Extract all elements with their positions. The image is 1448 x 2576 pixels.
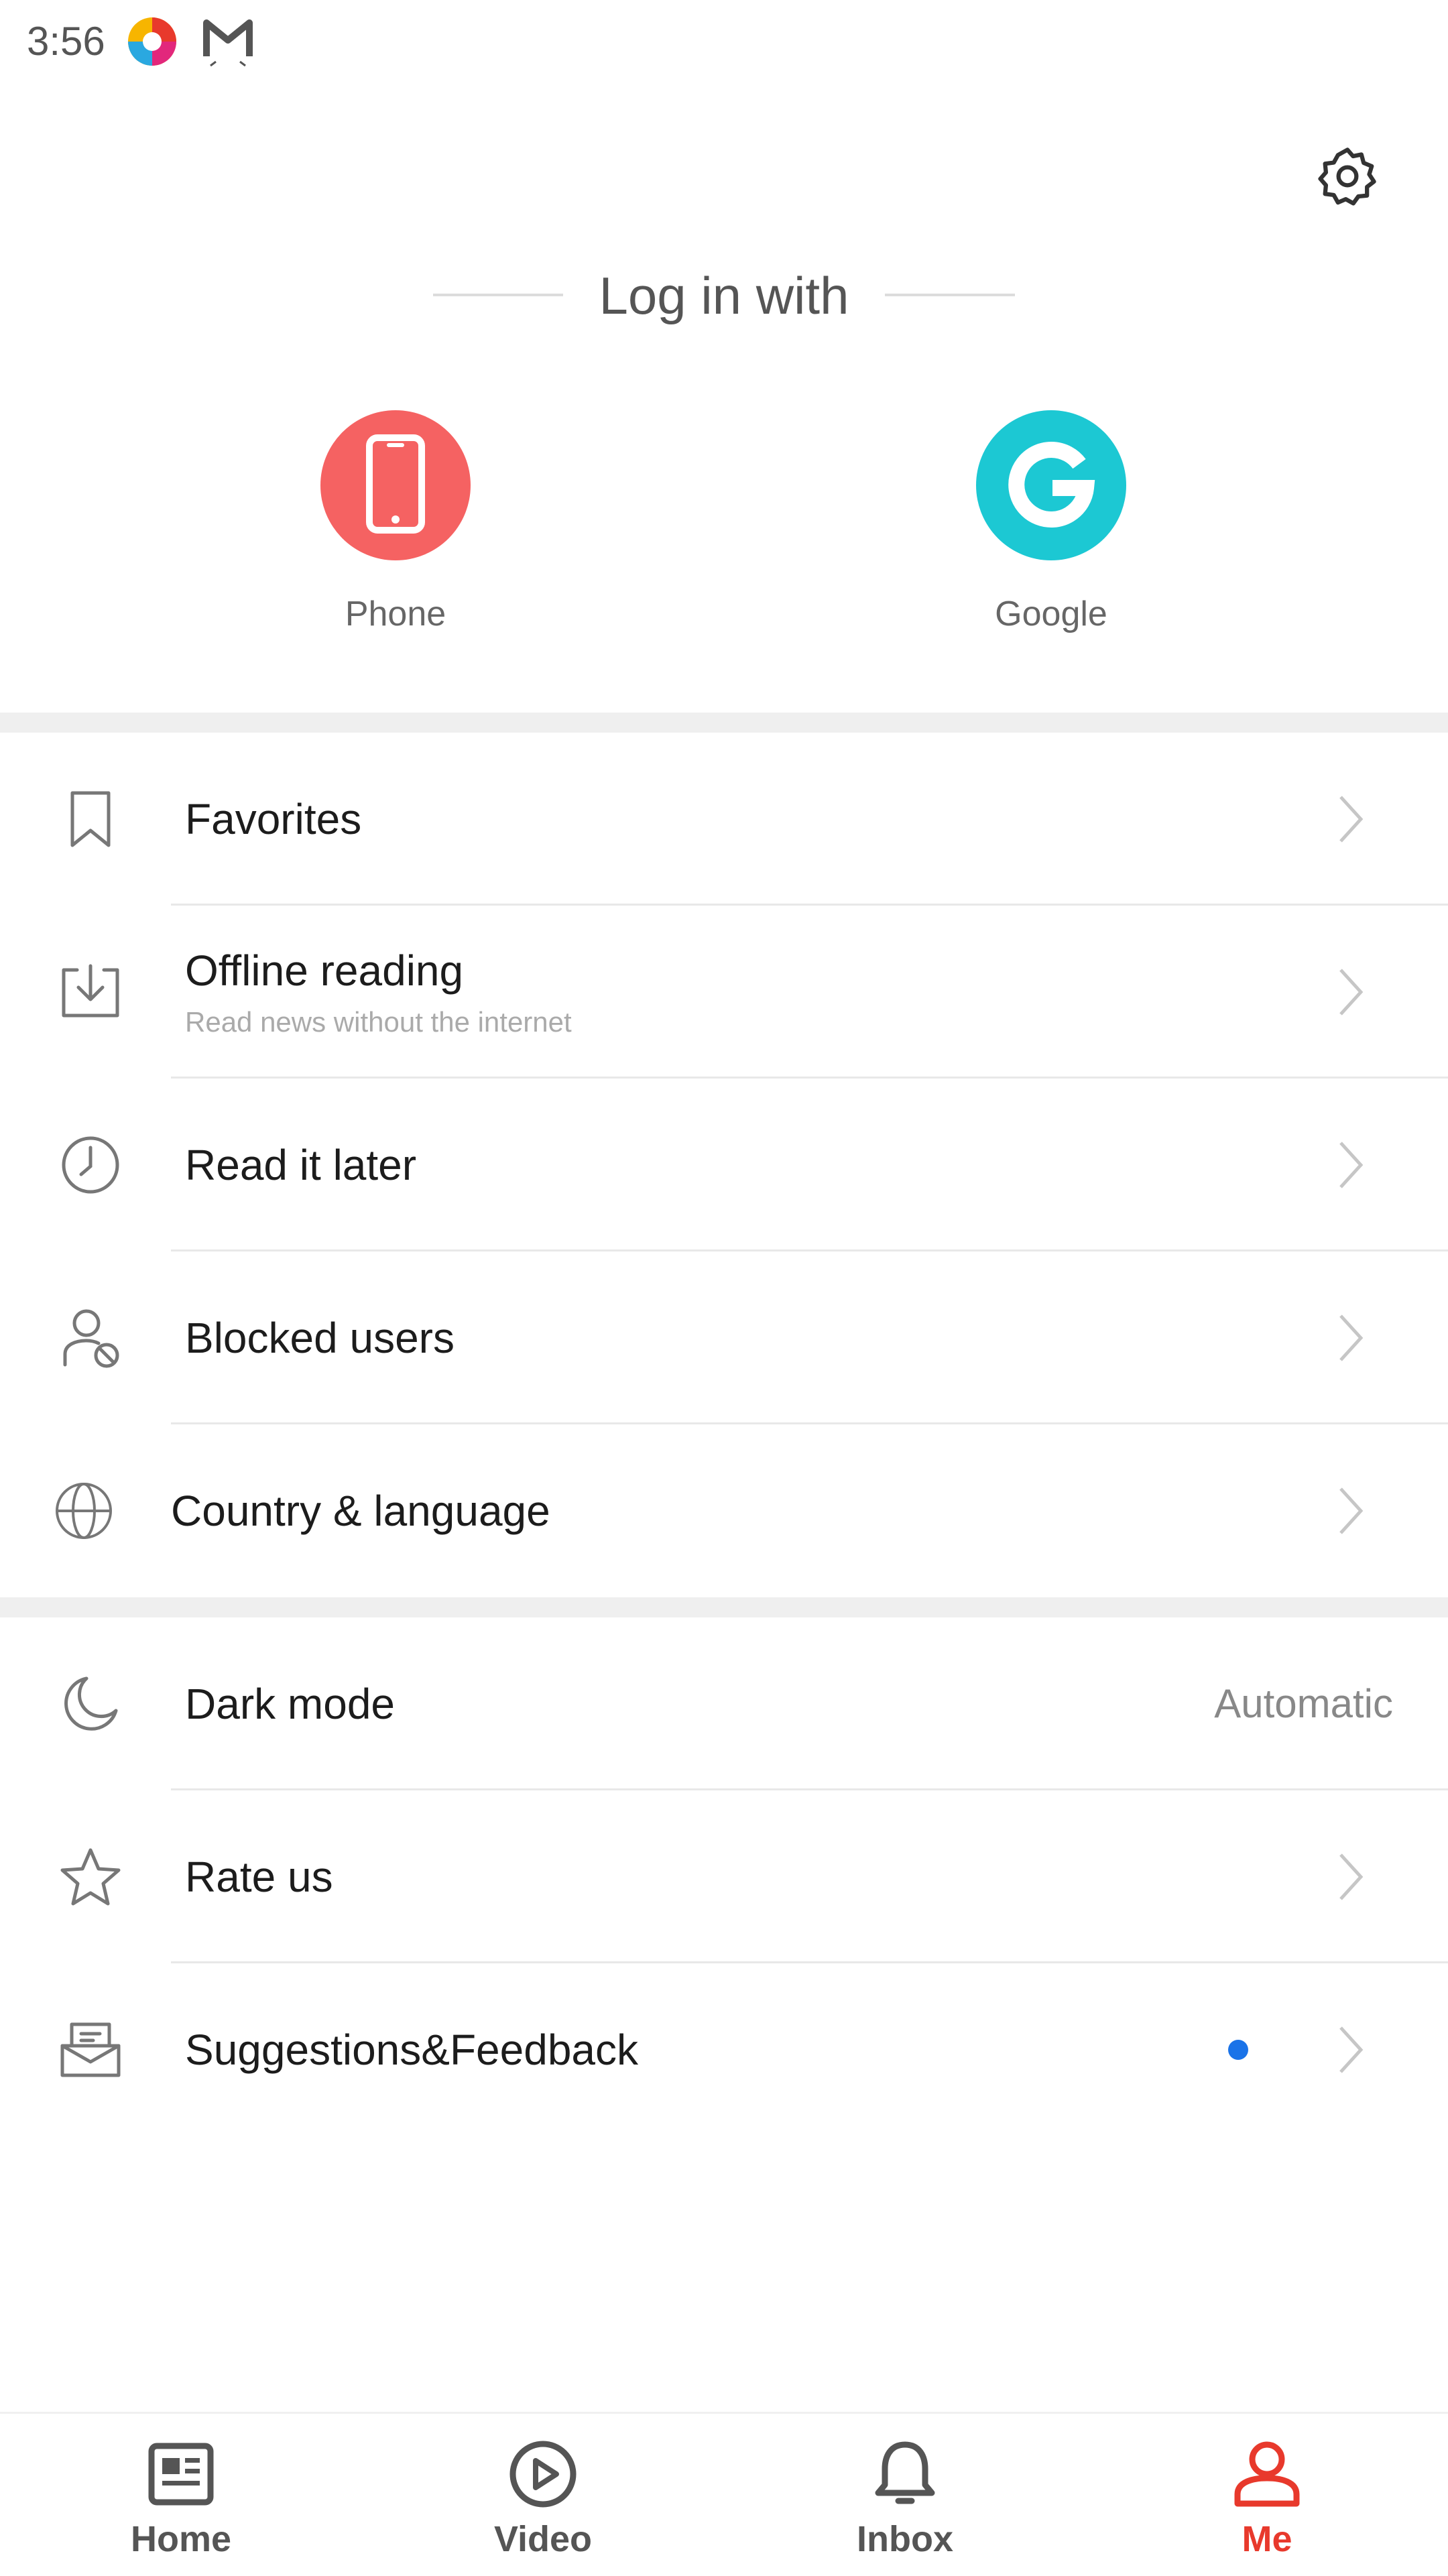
settings-button[interactable] — [1307, 137, 1388, 218]
phone-login-button[interactable]: Phone — [288, 410, 503, 634]
bookmark-icon — [47, 776, 134, 863]
menu-item-favorites[interactable]: Favorites — [0, 733, 1448, 906]
smartphone-icon — [365, 434, 426, 538]
nav-label: Me — [1242, 2519, 1292, 2559]
nav-label: Home — [130, 2519, 232, 2559]
menu-item-subtitle: Read news without the internet — [185, 1006, 572, 1038]
gmail-icon — [201, 13, 255, 70]
phone-login-label: Phone — [345, 595, 446, 633]
chevron-right-icon — [1334, 1308, 1368, 1368]
menu-item-suggestions-feedback[interactable]: Suggestions&Feedback — [0, 1963, 1448, 2136]
phone-login-circle[interactable] — [320, 410, 471, 560]
nav-label: Inbox — [857, 2519, 953, 2559]
blocked-user-icon — [47, 1294, 134, 1382]
menu-item-label: Country & language — [171, 1487, 550, 1535]
newspaper-icon — [141, 2434, 221, 2514]
menu-item-label: Dark mode — [185, 1680, 395, 1728]
google-login-button[interactable]: Google — [944, 410, 1158, 634]
chevron-right-icon — [1334, 1135, 1368, 1195]
menu-item-offline-reading[interactable]: Offline reading Read news without the in… — [0, 906, 1448, 1079]
section-divider — [0, 1597, 1448, 1617]
status-time: 3:56 — [27, 19, 105, 64]
bell-icon — [865, 2434, 945, 2514]
person-icon — [1227, 2434, 1307, 2514]
star-icon — [47, 1833, 134, 1920]
google-login-circle[interactable] — [976, 410, 1126, 560]
status-bar: 3:56 — [0, 0, 1448, 84]
menu-item-label: Favorites — [185, 795, 362, 843]
menu-item-blocked-users[interactable]: Blocked users — [0, 1251, 1448, 1424]
play-circle-icon — [503, 2434, 583, 2514]
chevron-right-icon — [1334, 1847, 1368, 1907]
chevron-right-icon — [1334, 1481, 1368, 1541]
nav-item-me[interactable]: Me — [1166, 2434, 1368, 2560]
menu-item-dark-mode[interactable]: Dark mode Automatic — [0, 1617, 1448, 1790]
nav-label: Video — [493, 2519, 593, 2559]
envelope-open-icon — [47, 2006, 134, 2093]
chevron-right-icon — [1334, 789, 1368, 849]
chevron-right-icon — [1334, 2020, 1368, 2080]
menu-item-label: Blocked users — [185, 1314, 455, 1362]
notification-dot — [1228, 2040, 1248, 2060]
colorful-app-icon — [124, 13, 180, 73]
menu-item-label: Suggestions&Feedback — [185, 2026, 638, 2074]
google-login-label: Google — [995, 595, 1107, 633]
download-tray-icon — [47, 948, 134, 1036]
clock-icon — [47, 1121, 134, 1209]
menu-item-rate-us[interactable]: Rate us — [0, 1790, 1448, 1963]
globe-icon — [40, 1467, 127, 1554]
bottom-nav: Home Video Inbox Me — [0, 2412, 1448, 2576]
google-g-icon — [1004, 437, 1098, 534]
nav-item-video[interactable]: Video — [442, 2434, 644, 2560]
section-divider — [0, 713, 1448, 733]
gear-icon — [1314, 143, 1381, 213]
nav-item-home[interactable]: Home — [80, 2434, 282, 2560]
menu-item-label: Rate us — [185, 1853, 333, 1901]
moon-icon — [47, 1660, 134, 1747]
login-line-right — [885, 294, 1015, 296]
menu-item-country-language[interactable]: Country & language — [0, 1424, 1448, 1597]
menu-item-label: Read it later — [185, 1141, 417, 1189]
dark-mode-value: Automatic — [1214, 1681, 1393, 1726]
chevron-right-icon — [1334, 962, 1368, 1022]
menu-item-read-it-later[interactable]: Read it later — [0, 1079, 1448, 1251]
login-header: Log in with — [0, 261, 1448, 335]
menu-item-label: Offline reading — [185, 946, 464, 995]
nav-item-inbox[interactable]: Inbox — [804, 2434, 1006, 2560]
login-title: Log in with — [599, 266, 849, 325]
